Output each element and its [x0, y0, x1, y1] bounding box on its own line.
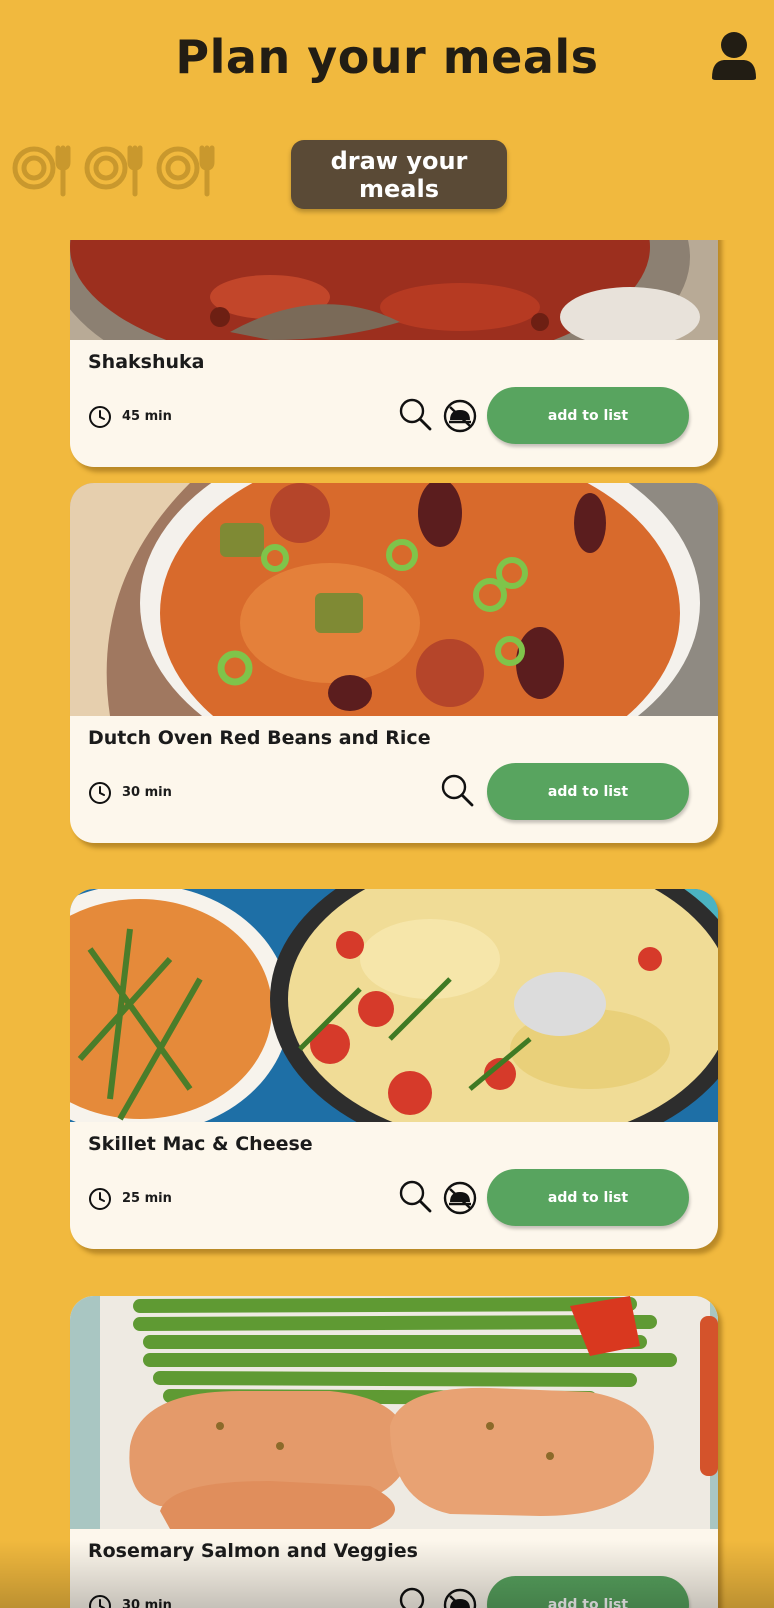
clock-icon — [89, 1188, 111, 1210]
recipe-title: Skillet Mac & Cheese — [88, 1133, 313, 1155]
recipe-photo-red-beans — [70, 483, 718, 716]
cook-time: 30 min — [122, 1598, 172, 1608]
plate-fork-icon — [84, 145, 143, 197]
plate-fork-icon — [12, 145, 71, 197]
no-cook-icon[interactable] — [443, 1181, 477, 1215]
no-cook-icon[interactable] — [443, 399, 477, 433]
add-to-list-button[interactable]: add to list — [487, 763, 689, 820]
app-header: Plan your meals draw your meals — [0, 0, 774, 240]
cook-time: 45 min — [122, 409, 172, 424]
recipe-title: Rosemary Salmon and Veggies — [88, 1540, 418, 1562]
clock-icon — [89, 782, 111, 804]
recipe-title: Dutch Oven Red Beans and Rice — [88, 727, 431, 749]
recipe-card: Rosemary Salmon and Veggies 30 min add t… — [70, 1296, 718, 1608]
page-title: Plan your meals — [175, 30, 599, 84]
clock-icon — [89, 406, 111, 428]
add-to-list-button[interactable]: add to list — [487, 1576, 689, 1608]
user-icon[interactable] — [708, 30, 760, 86]
recipe-photo-salmon — [70, 1296, 718, 1529]
recipe-card: Skillet Mac & Cheese 25 min add to list — [70, 889, 718, 1249]
draw-meals-button[interactable]: draw your meals — [291, 140, 507, 209]
clock-icon — [89, 1595, 111, 1608]
recipe-card: Dutch Oven Red Beans and Rice 30 min add… — [70, 483, 718, 843]
recipe-list[interactable]: Shakshuka 45 min add to list Dutch Oven … — [0, 240, 774, 1608]
recipe-photo-mac-cheese — [70, 889, 718, 1122]
search-icon[interactable] — [398, 1586, 432, 1608]
recipe-photo-shakshuka — [70, 240, 718, 340]
recipe-title: Shakshuka — [88, 351, 205, 373]
search-icon[interactable] — [398, 397, 432, 431]
cook-time: 25 min — [122, 1191, 172, 1206]
search-icon[interactable] — [440, 773, 474, 807]
add-to-list-button[interactable]: add to list — [487, 387, 689, 444]
cook-time: 30 min — [122, 785, 172, 800]
plate-fork-icon — [156, 145, 215, 197]
no-cook-icon[interactable] — [443, 1588, 477, 1608]
add-to-list-button[interactable]: add to list — [487, 1169, 689, 1226]
utensils-decoration — [8, 144, 223, 198]
search-icon[interactable] — [398, 1179, 432, 1213]
recipe-card: Shakshuka 45 min add to list — [70, 240, 718, 467]
